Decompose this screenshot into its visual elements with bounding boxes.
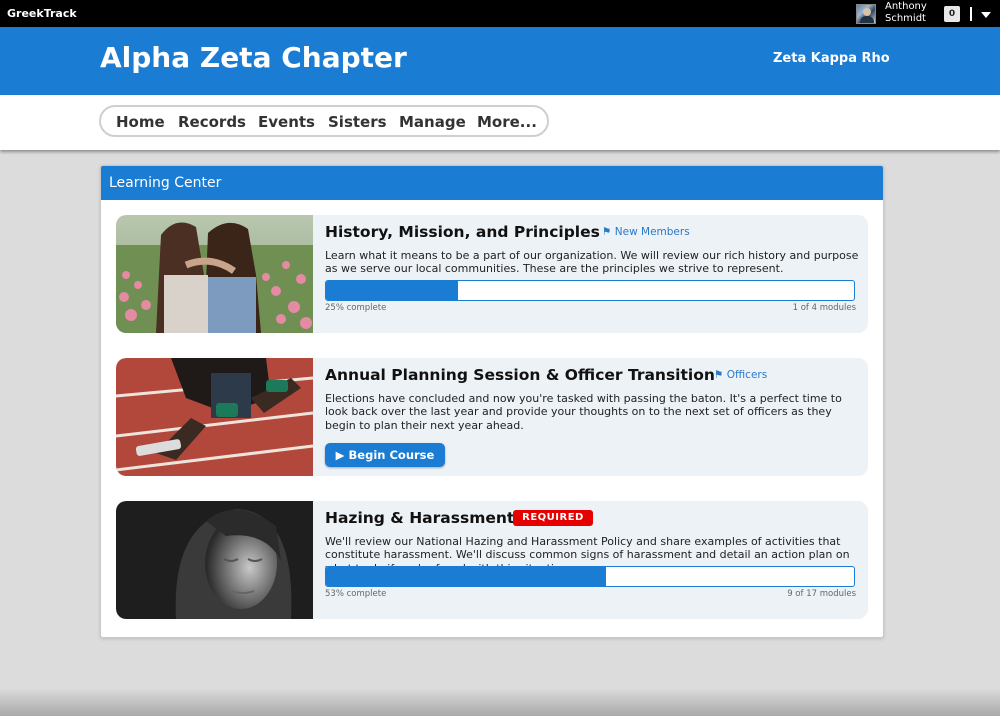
organization-name[interactable]: Zeta Kappa Rho: [773, 51, 890, 66]
audience-tag[interactable]: ⚑ New Members: [602, 226, 690, 238]
nav-item-home[interactable]: Home: [116, 113, 165, 131]
topbar-divider: [970, 7, 972, 21]
avatar[interactable]: [856, 4, 876, 24]
caret-down-icon[interactable]: [981, 12, 991, 18]
nav-item-manage[interactable]: Manage: [399, 113, 466, 131]
course-description: Elections have concluded and now you're …: [325, 392, 842, 432]
course-image-hazing[interactable]: [116, 501, 313, 619]
tag-icon: ⚑: [602, 226, 612, 238]
top-bar: GreekTrack Anthony Schmidt 0: [0, 0, 1000, 27]
learning-center-panel: Learning Center History, Mission, and Pr…: [100, 165, 884, 638]
audience-label: Officers: [726, 369, 768, 381]
app-brand[interactable]: GreekTrack: [7, 7, 77, 20]
course-image-history[interactable]: [116, 215, 313, 333]
progress-label: 53% complete: [325, 589, 387, 599]
play-icon: ▶: [335, 448, 345, 462]
tag-icon: ⚑: [714, 369, 724, 381]
nav-item-sisters[interactable]: Sisters: [328, 113, 387, 131]
main-nav: Home Records Events Sisters Manage More.…: [99, 105, 549, 137]
user-first-name: Anthony: [885, 1, 927, 12]
course-title[interactable]: History, Mission, and Principles: [325, 223, 600, 241]
progress-label: 25% complete: [325, 303, 387, 313]
nav-band: Home Records Events Sisters Manage More.…: [0, 95, 1000, 150]
nav-item-events[interactable]: Events: [258, 113, 315, 131]
course-description: Learn what it means to be a part of our …: [325, 249, 859, 276]
user-name[interactable]: Anthony Schmidt: [885, 1, 927, 25]
course-card-hazing[interactable]: Hazing & Harassment REQUIRED We'll revie…: [116, 501, 868, 619]
course-title[interactable]: Annual Planning Session & Officer Transi…: [325, 366, 715, 384]
progress-fill: [326, 281, 458, 300]
begin-course-label: Begin Course: [348, 448, 435, 462]
audience-tag[interactable]: ⚑ Officers: [714, 369, 767, 381]
page-title: Alpha Zeta Chapter: [100, 41, 407, 74]
modules-count: 1 of 4 modules: [792, 303, 856, 313]
nav-item-more[interactable]: More...: [477, 113, 537, 131]
chapter-header: Alpha Zeta Chapter Zeta Kappa Rho: [0, 27, 1000, 95]
panel-header: Learning Center: [101, 166, 883, 200]
course-progress-bar: [325, 566, 855, 587]
course-progress-bar: [325, 280, 855, 301]
required-badge: REQUIRED: [513, 510, 593, 526]
modules-count: 9 of 17 modules: [787, 589, 856, 599]
audience-label: New Members: [614, 226, 690, 238]
course-card-history[interactable]: History, Mission, and Principles ⚑ New M…: [116, 215, 868, 333]
begin-course-button[interactable]: ▶ Begin Course: [325, 443, 445, 467]
course-card-planning[interactable]: Annual Planning Session & Officer Transi…: [116, 358, 868, 476]
nav-item-records[interactable]: Records: [178, 113, 246, 131]
course-image-planning[interactable]: [116, 358, 313, 476]
progress-fill: [326, 567, 606, 586]
window-bottom-shadow: [0, 688, 1000, 716]
notification-badge[interactable]: 0: [944, 6, 960, 22]
user-last-name: Schmidt: [885, 13, 926, 24]
panel-title: Learning Center: [109, 175, 222, 191]
course-title[interactable]: Hazing & Harassment: [325, 509, 514, 527]
